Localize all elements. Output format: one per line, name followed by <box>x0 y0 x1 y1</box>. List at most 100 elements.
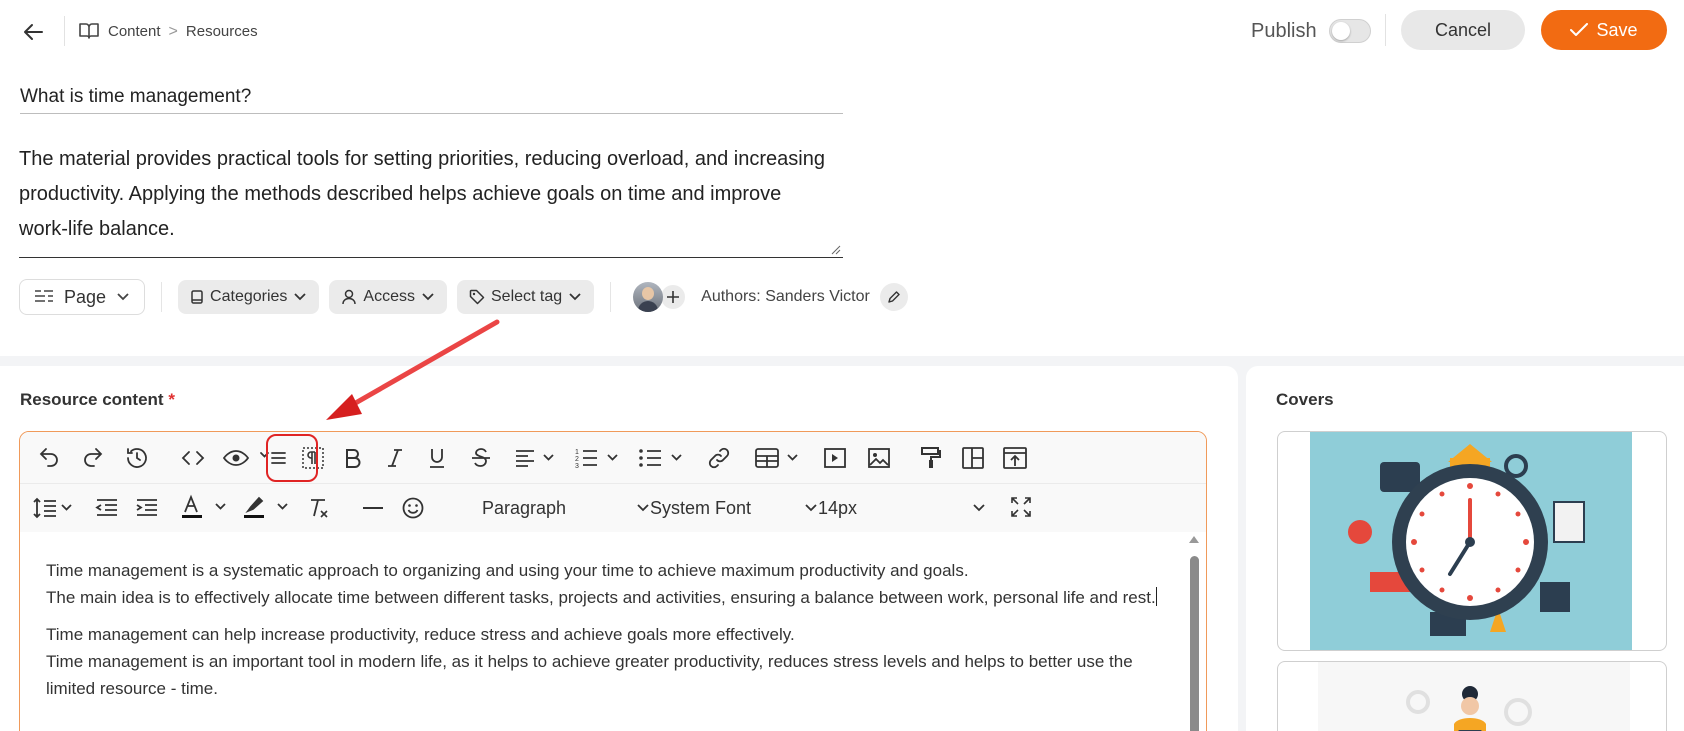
cover-image-1[interactable] <box>1277 431 1667 651</box>
line-height-icon <box>33 497 72 519</box>
tag-icon <box>469 289 485 305</box>
block-format-select[interactable]: Paragraph <box>482 490 650 526</box>
source-code-button[interactable] <box>176 442 210 474</box>
back-button[interactable] <box>20 18 48 46</box>
upload-icon <box>1003 447 1027 469</box>
clock-illustration <box>1310 432 1632 650</box>
editor-toolbar-row-1: 123 <box>20 432 1206 484</box>
highlighter-icon <box>244 496 288 518</box>
chevron-down-icon <box>294 293 307 301</box>
editor-content[interactable]: Time management is a systematic approach… <box>46 557 1166 712</box>
person-icon <box>1406 686 1532 731</box>
video-icon <box>824 448 846 468</box>
content-line: Time management is a systematic approach… <box>46 561 969 580</box>
description-input[interactable]: The material provides practical tools fo… <box>19 142 829 252</box>
indent-icon <box>136 499 157 516</box>
upload-button[interactable] <box>998 442 1032 474</box>
table-dropdown[interactable] <box>754 442 802 474</box>
resize-grip-icon[interactable] <box>831 245 841 255</box>
clear-formatting-button[interactable] <box>302 492 336 524</box>
editor-content-area[interactable]: Time management is a systematic approach… <box>20 532 1206 731</box>
link-icon <box>708 447 730 469</box>
categories-dropdown[interactable]: Categories <box>178 280 320 314</box>
align-dropdown[interactable] <box>512 442 560 474</box>
access-label: Access <box>363 288 415 305</box>
chevron-down-icon <box>422 293 434 301</box>
redo-button[interactable] <box>76 442 110 474</box>
table-icon <box>755 448 798 468</box>
line-height-dropdown[interactable] <box>32 490 76 526</box>
add-author-button[interactable] <box>659 283 688 311</box>
underline-icon <box>430 449 444 468</box>
highlight-color-dropdown[interactable] <box>242 490 296 526</box>
italic-icon <box>388 449 402 467</box>
horizontal-line-button[interactable] <box>356 492 390 524</box>
history-button[interactable] <box>120 442 154 474</box>
pencil-icon <box>888 291 900 303</box>
bullet-list-dropdown[interactable] <box>638 442 686 474</box>
access-dropdown[interactable]: Access <box>329 280 447 314</box>
indent-button[interactable] <box>130 492 164 524</box>
emoji-button[interactable] <box>396 492 430 524</box>
meta-divider <box>610 282 612 312</box>
redo-icon <box>84 448 103 467</box>
insert-media-button[interactable] <box>818 442 852 474</box>
editor-scrollbar[interactable] <box>1188 534 1200 731</box>
breadcrumb-content[interactable]: Content <box>108 23 161 40</box>
arrow-left-icon <box>24 24 43 40</box>
publish-toggle[interactable] <box>1328 19 1371 43</box>
metadata-bar: Page Categories Access Select tag Author… <box>19 279 908 315</box>
scroll-up-icon[interactable] <box>1188 534 1200 544</box>
breadcrumb-separator: > <box>168 23 178 40</box>
edit-authors-button[interactable] <box>879 283 908 311</box>
chevron-down-icon <box>637 504 649 512</box>
publish-label: Publish <box>1251 19 1317 42</box>
content-paragraph: Time management can help increase produc… <box>46 621 1166 702</box>
bold-button[interactable] <box>336 442 370 474</box>
scrollbar-thumb[interactable] <box>1190 556 1199 731</box>
preview-button[interactable] <box>218 442 254 474</box>
template-button[interactable] <box>956 442 990 474</box>
eye-icon <box>222 450 250 466</box>
paint-roller-icon <box>921 447 941 468</box>
breadcrumb: Content > Resources <box>78 18 258 44</box>
undo-button[interactable] <box>32 442 66 474</box>
underline-button[interactable] <box>420 442 454 474</box>
format-painter-button[interactable] <box>914 442 948 474</box>
insert-image-button[interactable] <box>862 442 896 474</box>
fullscreen-button[interactable] <box>1004 490 1038 524</box>
book-icon <box>79 23 99 39</box>
header-divider-2 <box>1385 14 1386 46</box>
outdent-button[interactable] <box>90 492 124 524</box>
content-paragraph: Time management is a systematic approach… <box>46 557 1166 611</box>
numbered-list-dropdown[interactable]: 123 <box>574 442 622 474</box>
save-label: Save <box>1596 19 1638 40</box>
strikethrough-button[interactable] <box>464 442 498 474</box>
plus-icon <box>667 291 680 303</box>
editor-toolbar-row-2: Paragraph System Font 14px <box>20 484 1206 532</box>
italic-button[interactable] <box>378 442 412 474</box>
publish-control: Publish <box>1251 18 1371 44</box>
authors-label: Authors: Sanders Victor <box>701 288 870 305</box>
page-type-dropdown[interactable]: Page <box>19 279 146 315</box>
text-color-dropdown[interactable] <box>180 490 234 526</box>
header-divider <box>64 16 65 46</box>
link-button[interactable] <box>702 442 736 474</box>
code-icon <box>181 451 205 465</box>
cover-image-2[interactable] <box>1277 661 1667 731</box>
smile-icon <box>402 497 424 519</box>
cancel-button[interactable]: Cancel <box>1401 10 1525 50</box>
tag-label: Select tag <box>491 288 563 305</box>
book-icon <box>191 290 203 304</box>
font-size-value: 14px <box>818 497 858 518</box>
title-input[interactable] <box>20 72 843 113</box>
breadcrumb-resources[interactable]: Resources <box>186 23 258 40</box>
meta-divider <box>161 282 163 312</box>
save-button[interactable]: Save <box>1541 10 1667 50</box>
title-field <box>20 72 843 114</box>
strikethrough-icon <box>472 448 490 467</box>
author-avatar[interactable] <box>633 282 664 312</box>
font-size-select[interactable]: 14px <box>818 490 986 526</box>
font-family-select[interactable]: System Font <box>650 490 818 526</box>
tag-dropdown[interactable]: Select tag <box>457 280 595 314</box>
